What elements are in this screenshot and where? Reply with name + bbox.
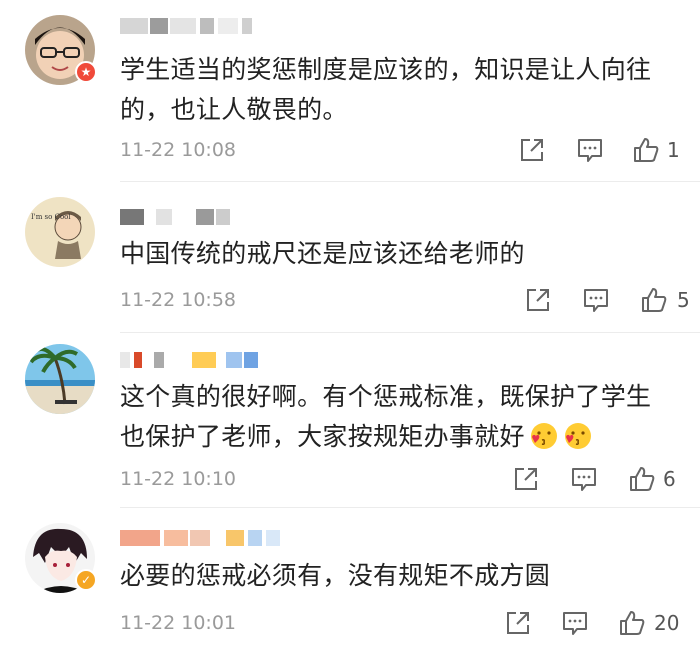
share-icon[interactable]	[518, 136, 546, 164]
user-avatar[interactable]	[25, 344, 95, 414]
comment-icon[interactable]	[570, 465, 598, 493]
comment-time: 11-22 10:58	[120, 289, 237, 311]
kissing-face-emoji-icon	[530, 423, 557, 449]
divider	[120, 332, 700, 333]
comment-icon[interactable]	[582, 286, 610, 314]
comment-meta: 11-22 10:01 20	[120, 608, 700, 638]
user-avatar[interactable]: ✓	[25, 523, 97, 593]
kissing-face-emoji-icon	[564, 423, 591, 449]
user-avatar[interactable]: ★	[25, 15, 97, 85]
share-icon[interactable]	[504, 609, 532, 637]
comment-text: 必要的惩戒必须有，没有规矩不成方圆	[120, 561, 551, 590]
avatar-caption: I'm so Cool	[31, 213, 71, 221]
share-icon[interactable]	[512, 465, 540, 493]
thumbs-up-icon[interactable]	[640, 286, 668, 314]
like-count: 20	[654, 611, 680, 635]
like-count: 1	[667, 138, 680, 162]
verified-badge-icon: ★	[75, 61, 97, 83]
comment-time: 11-22 10:10	[120, 468, 237, 490]
verified-badge-icon: ✓	[75, 569, 97, 591]
comment-meta: 11-22 10:10 6	[120, 464, 700, 494]
comment-meta: 11-22 10:08 1	[120, 135, 700, 165]
share-icon[interactable]	[524, 286, 552, 314]
comment-meta: 11-22 10:58 5	[120, 285, 700, 315]
comment-time: 11-22 10:08	[120, 139, 237, 161]
comment-time: 11-22 10:01	[120, 612, 237, 634]
user-avatar[interactable]: I'm so Cool	[25, 197, 95, 267]
divider	[120, 181, 700, 182]
divider	[120, 507, 700, 508]
comment-text: 学生适当的奖惩制度是应该的，知识是让人向往的，也让人敬畏的。	[120, 55, 652, 124]
comment-icon[interactable]	[576, 136, 604, 164]
thumbs-up-icon[interactable]	[618, 609, 646, 637]
comment-icon[interactable]	[561, 609, 589, 637]
avatar-image	[25, 344, 95, 414]
thumbs-up-icon[interactable]	[632, 136, 660, 164]
comment-text: 中国传统的戒尺还是应该还给老师的	[120, 239, 525, 268]
comment-text: 这个真的很好啊。有个惩戒标准，既保护了学生也保护了老师，大家按规矩办事就好	[120, 377, 670, 457]
avatar-image: I'm so Cool	[25, 197, 95, 267]
like-count: 6	[663, 467, 676, 491]
like-count: 5	[677, 288, 690, 312]
thumbs-up-icon[interactable]	[628, 465, 656, 493]
